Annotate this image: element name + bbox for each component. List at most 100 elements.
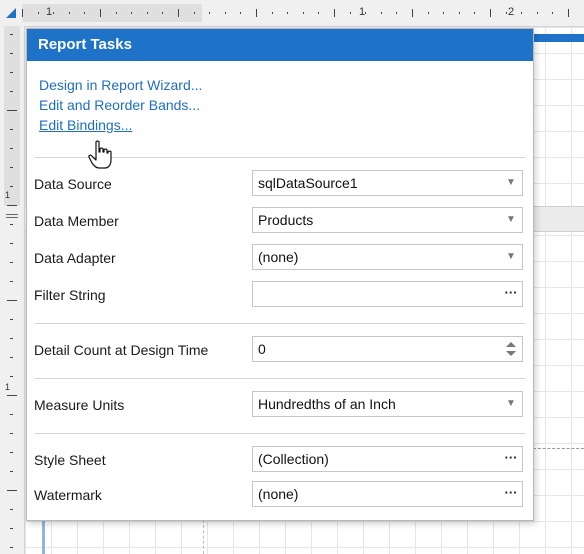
ruler-tick: [10, 243, 13, 244]
design-in-report-wizard-link[interactable]: Design in Report Wizard...: [39, 75, 533, 95]
vertical-ruler: 1 1: [0, 26, 25, 554]
ruler-tick: [84, 12, 85, 14]
ruler-corner-marker: [6, 8, 16, 18]
ruler-tick: [53, 12, 54, 14]
hand-pointer-icon: [88, 140, 112, 169]
ruler-tick: [100, 9, 101, 17]
ruler-tick: [334, 9, 335, 17]
ruler-tick: [131, 12, 132, 14]
data-member-value: Products: [258, 212, 314, 228]
ruler-number: 1: [46, 6, 53, 18]
data-adapter-row: Data Adapter (none) ▼: [34, 244, 523, 272]
separator: [35, 433, 525, 434]
ruler-tick: [194, 12, 195, 14]
spin-down-icon[interactable]: [506, 351, 516, 356]
data-member-row: Data Member Products ▼: [34, 207, 523, 235]
ruler-tick: [10, 319, 13, 320]
ruler-tick: [412, 9, 413, 17]
ellipsis-icon[interactable]: ···: [500, 447, 522, 471]
ruler-tick: [537, 12, 538, 14]
data-source-value: sqlDataSource1: [258, 175, 358, 191]
task-links: Design in Report Wizard... Edit and Reor…: [27, 61, 533, 135]
horizontal-ruler: 1 1 2: [0, 0, 584, 27]
ruler-tick: [162, 12, 163, 14]
watermark-label: Watermark: [34, 487, 102, 503]
chevron-down-icon[interactable]: ▼: [500, 171, 522, 195]
edit-bindings-link[interactable]: Edit Bindings...: [39, 115, 533, 135]
chevron-down-icon[interactable]: ▼: [500, 245, 522, 269]
measure-units-value: Hundredths of an Inch: [258, 396, 396, 412]
detail-count-row: Detail Count at Design Time 0: [34, 336, 523, 364]
band-resize-handle[interactable]: [6, 214, 18, 215]
band-resize-handle[interactable]: [6, 217, 18, 218]
ruler-tick: [10, 148, 13, 149]
ruler-tick: [568, 9, 569, 17]
ruler-tick: [10, 262, 13, 263]
data-adapter-value: (none): [258, 249, 299, 265]
ruler-tick: [10, 452, 13, 453]
ruler-tick: [10, 129, 13, 130]
ruler-tick: [350, 12, 351, 14]
watermark-row: Watermark (none) ···: [34, 481, 523, 509]
ellipsis-icon[interactable]: ···: [500, 282, 522, 306]
separator: [35, 323, 525, 324]
ruler-tick: [443, 12, 444, 14]
ruler-tick: [10, 547, 13, 548]
measure-units-dropdown[interactable]: Hundredths of an Inch ▼: [252, 391, 523, 417]
ruler-tick: [381, 12, 382, 14]
ruler-tick: [256, 9, 257, 17]
ruler-tick: [552, 12, 553, 14]
band-selection-strip: [531, 34, 584, 42]
style-sheet-row: Style Sheet (Collection) ···: [34, 446, 523, 474]
style-sheet-field[interactable]: (Collection) ···: [252, 446, 523, 472]
ruler-tick: [225, 12, 226, 14]
ruler-tick: [490, 9, 491, 17]
style-sheet-label: Style Sheet: [34, 452, 106, 468]
ruler-tick: [10, 53, 13, 54]
ruler-tick: [303, 12, 304, 14]
ruler-tick: [10, 414, 13, 415]
spin-icon[interactable]: [500, 337, 522, 361]
data-source-label: Data Source: [34, 176, 112, 192]
chevron-down-icon[interactable]: ▼: [500, 392, 522, 416]
ellipsis-icon[interactable]: ···: [500, 482, 522, 506]
ruler-tick: [287, 12, 288, 14]
ruler-tick: [69, 12, 70, 14]
control-outline: [203, 520, 204, 554]
ruler-tick: [7, 110, 17, 111]
data-member-dropdown[interactable]: Products ▼: [252, 207, 523, 233]
filter-string-field[interactable]: ···: [252, 281, 523, 307]
chevron-down-icon[interactable]: ▼: [500, 208, 522, 232]
detail-count-spinner[interactable]: 0: [252, 336, 523, 362]
data-adapter-dropdown[interactable]: (none) ▼: [252, 244, 523, 270]
ruler-tick: [10, 471, 13, 472]
ruler-tick: [147, 12, 148, 14]
spin-up-icon[interactable]: [506, 342, 516, 347]
ruler-tick: [272, 12, 273, 14]
ruler-number: 1: [359, 6, 366, 18]
ruler-tick: [521, 12, 522, 14]
ruler-tick: [474, 12, 475, 14]
filter-string-label: Filter String: [34, 287, 106, 303]
ruler-tick: [10, 528, 13, 529]
edit-and-reorder-bands-link[interactable]: Edit and Reorder Bands...: [39, 95, 533, 115]
watermark-field[interactable]: (none) ···: [252, 481, 523, 507]
panel-title: Report Tasks: [27, 29, 533, 61]
ruler-tick: [365, 12, 366, 14]
ruler-number: 1: [5, 382, 11, 392]
ruler-tick: [178, 9, 179, 17]
ruler-tick: [10, 91, 13, 92]
ruler-tick: [318, 12, 319, 14]
data-source-dropdown[interactable]: sqlDataSource1 ▼: [252, 170, 523, 196]
ruler-tick: [10, 357, 13, 358]
watermark-value: (none): [258, 486, 299, 502]
filter-string-row: Filter String ···: [34, 281, 523, 309]
ruler-tick: [428, 12, 429, 14]
detail-count-value: 0: [258, 341, 266, 357]
control-outline: [533, 448, 584, 449]
separator: [35, 378, 525, 379]
ruler-tick: [10, 281, 13, 282]
ruler-tick: [209, 12, 210, 14]
ruler-tick: [7, 205, 17, 206]
ruler-tick: [506, 12, 507, 14]
